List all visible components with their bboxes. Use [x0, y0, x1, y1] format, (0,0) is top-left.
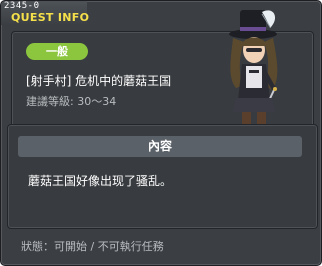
quest-status: 狀態：可開始 / 不可執行任務	[21, 240, 164, 253]
window-title: QUEST INFO	[11, 11, 90, 24]
quest-id: 2345-0	[4, 1, 40, 11]
level-label: 建議等級:	[26, 95, 74, 108]
quest-info-window: 2345-0 QUEST INFO 一般 [射手村] 危机中的蘑菇王国 建議等級…	[0, 0, 322, 266]
recommended-level: 建議等級: 30～34	[26, 93, 116, 109]
quest-content-panel: 內容 蘑菇王国好像出现了骚乱。	[7, 124, 318, 229]
quest-name: [射手村] 危机中的蘑菇王国	[26, 74, 172, 88]
quest-category-badge: 一般	[26, 43, 88, 60]
level-range: 30～34	[77, 95, 117, 108]
content-header: 內容	[18, 136, 302, 157]
content-text: 蘑菇王国好像出现了骚乱。	[28, 174, 173, 188]
